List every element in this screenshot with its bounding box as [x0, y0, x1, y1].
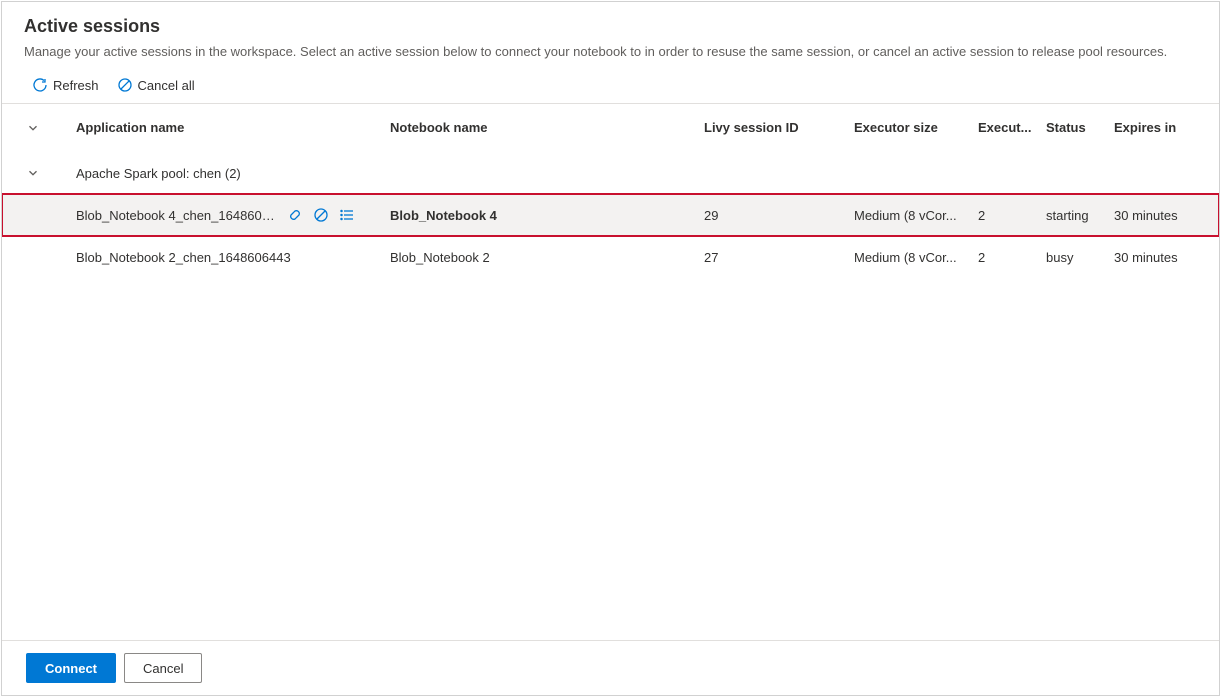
cell-application-name: Blob_Notebook 4_chen_16486065... — [76, 208, 281, 223]
col-expires-in[interactable]: Expires in — [1114, 120, 1204, 135]
cell-status: busy — [1046, 250, 1114, 265]
cell-executor-size: Medium (8 vCor... — [854, 208, 978, 223]
cancel-all-label: Cancel all — [138, 78, 195, 93]
toolbar: Refresh Cancel all — [2, 67, 1219, 104]
prohibit-icon[interactable] — [313, 207, 329, 223]
cell-executors: 2 — [978, 250, 1046, 265]
col-application-name[interactable]: Application name — [76, 120, 390, 135]
list-icon[interactable] — [339, 207, 355, 223]
cell-expires: 30 minutes — [1114, 208, 1204, 223]
panel-header: Active sessions Manage your active sessi… — [2, 2, 1219, 65]
chevron-down-icon[interactable] — [26, 166, 40, 180]
cancel-all-button[interactable]: Cancel all — [117, 77, 195, 93]
col-status[interactable]: Status — [1046, 120, 1114, 135]
refresh-button[interactable]: Refresh — [32, 77, 99, 93]
col-livy-session-id[interactable]: Livy session ID — [704, 120, 854, 135]
panel-subtitle: Manage your active sessions in the works… — [24, 43, 1197, 61]
cell-executors: 2 — [978, 208, 1046, 223]
col-notebook-name[interactable]: Notebook name — [390, 120, 704, 135]
table-row[interactable]: Blob_Notebook 2_chen_1648606443 Blob_Not… — [2, 236, 1219, 278]
panel-title: Active sessions — [24, 16, 1197, 37]
active-sessions-panel: Active sessions Manage your active sessi… — [1, 1, 1220, 696]
chevron-down-icon[interactable] — [26, 121, 40, 135]
prohibit-icon — [117, 77, 133, 93]
refresh-icon — [32, 77, 48, 93]
sessions-grid: Application name Notebook name Livy sess… — [2, 104, 1219, 640]
cell-livy: 27 — [704, 250, 854, 265]
cell-executor-size: Medium (8 vCor... — [854, 250, 978, 265]
cell-status: starting — [1046, 208, 1114, 223]
connect-button[interactable]: Connect — [26, 653, 116, 683]
cell-notebook-name: Blob_Notebook 2 — [390, 250, 704, 265]
connect-icon[interactable] — [287, 207, 303, 223]
refresh-label: Refresh — [53, 78, 99, 93]
footer: Connect Cancel — [2, 640, 1219, 695]
cell-application-name: Blob_Notebook 2_chen_1648606443 — [76, 250, 291, 265]
group-row[interactable]: Apache Spark pool: chen (2) — [2, 152, 1219, 194]
cell-livy: 29 — [704, 208, 854, 223]
cell-notebook-name: Blob_Notebook 4 — [390, 208, 704, 223]
group-label: Apache Spark pool: chen (2) — [76, 166, 241, 181]
col-executor-size[interactable]: Executor size — [854, 120, 978, 135]
column-headers: Application name Notebook name Livy sess… — [2, 104, 1219, 152]
cancel-button[interactable]: Cancel — [124, 653, 202, 683]
table-row[interactable]: Blob_Notebook 4_chen_16486065... Blob_No… — [2, 194, 1219, 236]
col-executors[interactable]: Execut... — [978, 120, 1046, 135]
cell-expires: 30 minutes — [1114, 250, 1204, 265]
